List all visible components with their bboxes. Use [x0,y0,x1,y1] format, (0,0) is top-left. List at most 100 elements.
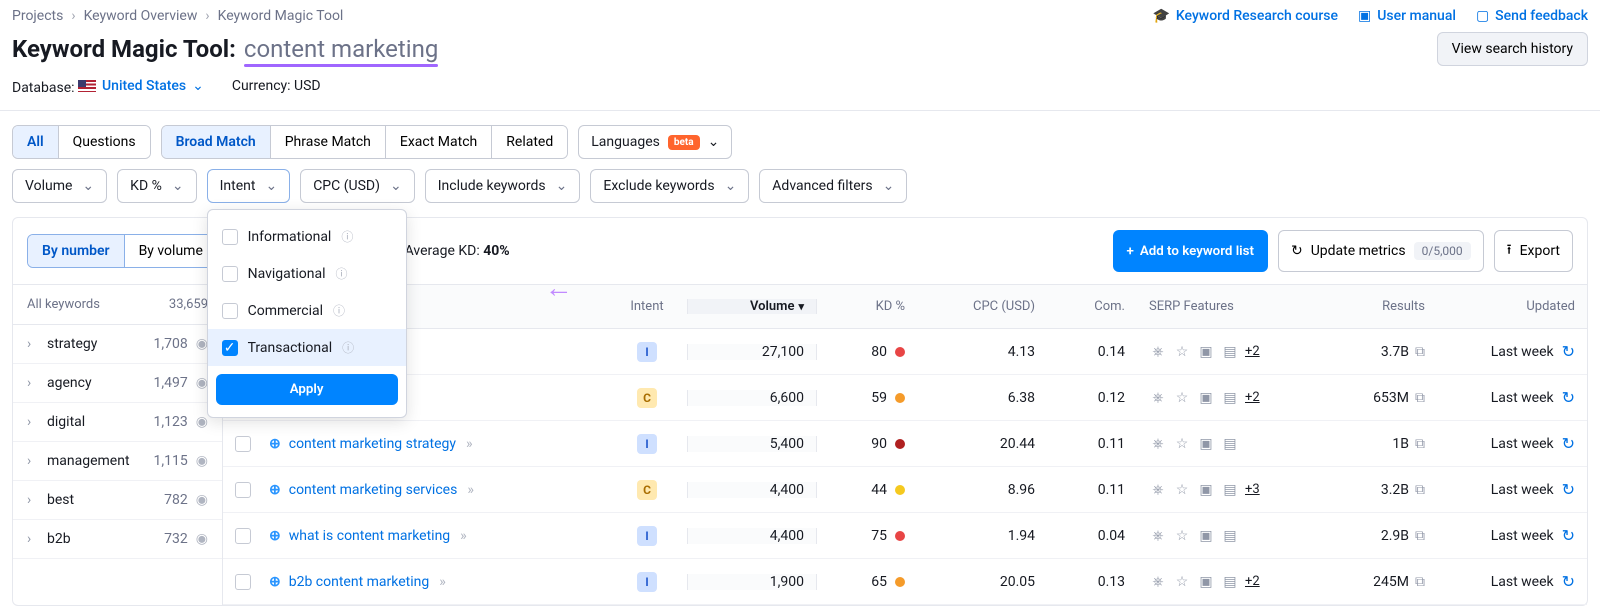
th-volume[interactable]: Volume ▾ [687,299,817,314]
keyword-link[interactable]: content marketing strategy [289,436,456,452]
refresh-icon[interactable]: ↻ [1562,342,1575,361]
serp-snapshot-icon[interactable]: ⧉ [1415,528,1425,544]
serp-snapshot-icon[interactable]: ⧉ [1415,390,1425,406]
th-kd[interactable]: KD % [817,299,917,314]
intent-option-transactional[interactable]: ✓ Transactional ⓘ [208,329,406,366]
kd-dot-icon [895,347,905,357]
serp-more-link[interactable]: +2 [1245,574,1260,589]
serp-snapshot-icon[interactable]: ⧉ [1415,344,1425,360]
cpc-cell: 1.94 [917,528,1047,544]
th-updated[interactable]: Updated [1437,299,1587,314]
row-checkbox[interactable] [235,528,251,544]
add-keyword-icon[interactable]: ⊕ [269,574,281,590]
filter-cpc[interactable]: CPC (USD) ⌄ [300,169,415,203]
sidebar-item-label: digital [47,414,154,430]
page-title-text: Keyword Magic Tool: [12,35,236,63]
intent-apply-button[interactable]: Apply [216,374,398,405]
send-feedback-link[interactable]: ▢ Send feedback [1476,8,1588,24]
sidebar-item[interactable]: › strategy 1,708 ◉ [13,325,222,364]
add-keyword-icon[interactable]: ⊕ [269,482,281,498]
filter-intent[interactable]: Intent ⌄ [207,169,291,203]
serp-snapshot-icon[interactable]: ⧉ [1415,436,1425,452]
th-results[interactable]: Results [1307,299,1437,314]
chevron-down-icon: ⌄ [82,178,94,194]
refresh-icon[interactable]: ↻ [1562,572,1575,591]
filter-exclude-keywords[interactable]: Exclude keywords ⌄ [590,169,749,203]
add-keyword-icon[interactable]: ⊕ [269,436,281,452]
tab-related[interactable]: Related [491,126,567,158]
keyword-link[interactable]: content marketing services [289,482,458,498]
refresh-icon[interactable]: ↻ [1562,434,1575,453]
table-row: ⊕ content marketing strategy » I 5,400 9… [223,421,1587,467]
sidebar-item[interactable]: › agency 1,497 ◉ [13,364,222,403]
sidebar-item[interactable]: › digital 1,123 ◉ [13,403,222,442]
chevron-down-icon: ⌄ [725,178,737,194]
tab-by-number[interactable]: By number [28,235,124,267]
th-serp[interactable]: SERP Features [1137,299,1307,314]
double-chevron-icon[interactable]: » [460,528,467,544]
sidebar-item[interactable]: › b2b 732 ◉ [13,520,222,559]
view-search-history-button[interactable]: View search history [1437,32,1588,66]
breadcrumb-overview[interactable]: Keyword Overview [84,8,198,24]
tab-exact-match[interactable]: Exact Match [385,126,491,158]
serp-more-link[interactable]: +3 [1245,482,1260,497]
keyword-link[interactable]: what is content marketing [289,528,450,544]
intent-badge: I [637,526,657,546]
th-intent[interactable]: Intent [607,299,687,314]
serp-snapshot-icon[interactable]: ⧉ [1415,482,1425,498]
serp-feature-icon: ☆ [1173,481,1191,499]
sidebar-item[interactable]: › best 782 ◉ [13,481,222,520]
updated-cell: Last week↻ [1437,526,1587,545]
info-icon: ⓘ [333,302,345,319]
serp-feature-icon: ▤ [1221,435,1239,453]
add-to-keyword-list-button[interactable]: + Add to keyword list [1113,230,1268,272]
filter-advanced[interactable]: Advanced filters ⌄ [759,169,907,203]
user-manual-link[interactable]: ▣ User manual [1358,8,1456,24]
double-chevron-icon[interactable]: » [439,574,446,590]
eye-icon[interactable]: ◉ [196,414,208,430]
row-checkbox[interactable] [235,574,251,590]
refresh-icon[interactable]: ↻ [1562,480,1575,499]
tab-phrase-match[interactable]: Phrase Match [270,126,385,158]
export-button[interactable]: ⭱ Export [1494,230,1573,272]
serp-snapshot-icon[interactable]: ⧉ [1415,574,1425,590]
breadcrumb-current[interactable]: Keyword Magic Tool [218,8,344,24]
update-metrics-button[interactable]: ↻ Update metrics 0/5,000 [1278,230,1484,272]
languages-select[interactable]: Languages beta ⌄ [578,125,732,159]
intent-badge: C [637,480,657,500]
intent-option-navigational[interactable]: Navigational ⓘ [208,255,406,292]
double-chevron-icon[interactable]: » [466,436,473,452]
row-checkbox[interactable] [235,436,251,452]
cpc-cell: 4.13 [917,344,1047,360]
com-cell: 0.12 [1047,390,1137,406]
serp-more-link[interactable]: +2 [1245,390,1260,405]
eye-icon[interactable]: ◉ [196,492,208,508]
keyword-link[interactable]: b2b content marketing [289,574,430,590]
tab-all[interactable]: All [13,126,58,158]
refresh-icon[interactable]: ↻ [1562,526,1575,545]
filter-kd[interactable]: KD % ⌄ [117,169,196,203]
export-icon: ⭱ [1507,239,1512,263]
serp-more-link[interactable]: +2 [1245,344,1260,359]
filter-include-keywords[interactable]: Include keywords ⌄ [425,169,581,203]
sidebar-item[interactable]: › management 1,115 ◉ [13,442,222,481]
filter-volume[interactable]: Volume ⌄ [12,169,107,203]
row-checkbox[interactable] [235,482,251,498]
tab-by-volume[interactable]: By volume [124,235,217,267]
double-chevron-icon[interactable]: » [467,482,474,498]
add-keyword-icon[interactable]: ⊕ [269,528,281,544]
th-cpc[interactable]: CPC (USD) [917,299,1047,314]
filter-include-label: Include keywords [438,178,546,194]
updated-cell: Last week↻ [1437,342,1587,361]
th-com[interactable]: Com. [1047,299,1137,314]
tab-broad-match[interactable]: Broad Match [162,126,270,158]
refresh-icon[interactable]: ↻ [1562,388,1575,407]
intent-option-informational[interactable]: Informational ⓘ [208,218,406,255]
eye-icon[interactable]: ◉ [196,453,208,469]
eye-icon[interactable]: ◉ [196,531,208,547]
tab-questions[interactable]: Questions [58,126,150,158]
intent-option-commercial[interactable]: Commercial ⓘ [208,292,406,329]
database-select[interactable]: United States ⌄ [78,78,204,94]
breadcrumb-projects[interactable]: Projects [12,8,63,24]
keyword-research-course-link[interactable]: 🎓 Keyword Research course [1152,8,1338,24]
